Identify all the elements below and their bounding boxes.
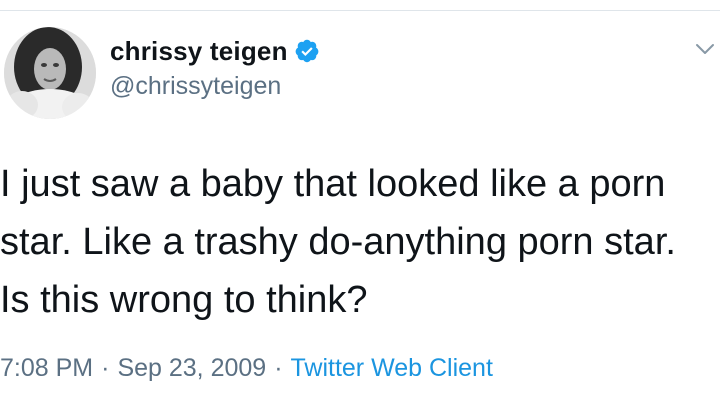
tweet-meta: 7:08 PM · Sep 23, 2009 · Twitter Web Client bbox=[0, 354, 493, 383]
verified-badge-icon bbox=[294, 38, 320, 64]
tweet-date[interactable]: Sep 23, 2009 bbox=[117, 354, 266, 382]
avatar-image bbox=[4, 27, 96, 119]
display-name[interactable]: chrissy teigen bbox=[110, 36, 288, 67]
avatar[interactable] bbox=[4, 27, 96, 119]
tweet-source-link[interactable]: Twitter Web Client bbox=[291, 354, 493, 382]
handle[interactable]: @chrissyteigen bbox=[110, 72, 320, 101]
tweet-time[interactable]: 7:08 PM bbox=[0, 354, 93, 382]
separator: · bbox=[101, 354, 110, 382]
chevron-down-icon[interactable] bbox=[690, 38, 720, 60]
tweet-card: chrissy teigen @chrissyteigen I just saw… bbox=[0, 0, 720, 407]
separator: · bbox=[274, 354, 283, 382]
name-row: chrissy teigen bbox=[110, 34, 320, 68]
tweet-text: I just saw a baby that looked like a por… bbox=[0, 163, 687, 321]
tweet-header: chrissy teigen @chrissyteigen bbox=[110, 34, 320, 101]
